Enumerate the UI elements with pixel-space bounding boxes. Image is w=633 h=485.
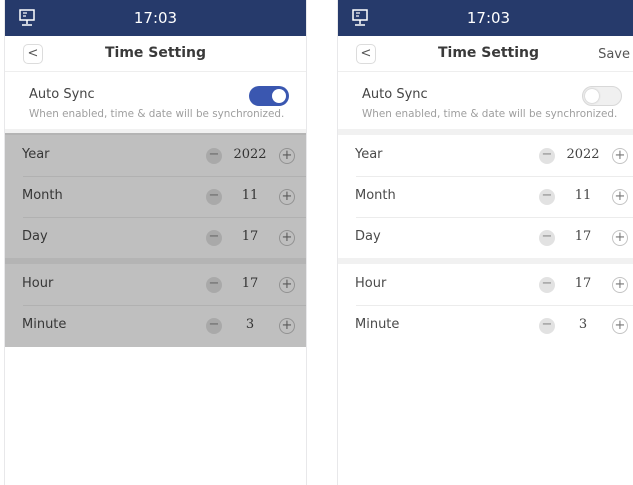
day-value: 17: [574, 229, 592, 244]
disabled-overlay: [5, 133, 306, 347]
minute-decrement-button[interactable]: −: [539, 318, 555, 334]
month-increment-button[interactable]: +: [612, 189, 628, 205]
page-title: Time Setting: [104, 45, 207, 61]
auto-sync-toggle[interactable]: [249, 86, 289, 106]
page-title: Time Setting: [437, 45, 540, 61]
month-value: 11: [574, 188, 592, 203]
day-row: Day − 17 +: [338, 217, 633, 258]
time-setting-screen-auto-sync-off: 17:03 < Time Setting Save Auto Sync When…: [337, 0, 633, 485]
hour-value: 17: [574, 276, 592, 291]
auto-sync-section: Auto Sync When enabled, time & date will…: [5, 72, 306, 129]
month-decrement-button[interactable]: −: [539, 189, 555, 205]
auto-sync-label: Auto Sync: [362, 87, 428, 102]
nav-bar: < Time Setting: [5, 36, 306, 72]
status-bar: 17:03: [5, 0, 306, 36]
year-label: Year: [355, 147, 383, 162]
year-increment-button[interactable]: +: [612, 148, 628, 164]
year-value: 2022: [566, 147, 600, 162]
minute-row: Minute − 3 +: [338, 305, 633, 346]
auto-sync-section: Auto Sync When enabled, time & date will…: [338, 72, 633, 129]
hour-label: Hour: [355, 276, 387, 291]
minute-value: 3: [578, 317, 588, 332]
year-row: Year − 2022 +: [338, 135, 633, 176]
hour-row: Hour − 17 +: [338, 264, 633, 305]
auto-sync-label: Auto Sync: [29, 87, 95, 102]
minute-label: Minute: [355, 317, 400, 332]
year-decrement-button[interactable]: −: [539, 148, 555, 164]
status-time: 17:03: [133, 9, 178, 27]
auto-sync-toggle[interactable]: [582, 86, 622, 106]
toggle-knob: [585, 89, 599, 103]
minute-increment-button[interactable]: +: [612, 318, 628, 334]
auto-sync-description: When enabled, time & date will be synchr…: [29, 108, 285, 120]
hour-increment-button[interactable]: +: [612, 277, 628, 293]
auto-sync-description: When enabled, time & date will be synchr…: [362, 108, 618, 120]
nav-bar: < Time Setting Save: [338, 36, 633, 72]
day-decrement-button[interactable]: −: [539, 230, 555, 246]
day-label: Day: [355, 229, 381, 244]
status-bar: 17:03: [338, 0, 633, 36]
toggle-knob: [272, 89, 286, 103]
hour-decrement-button[interactable]: −: [539, 277, 555, 293]
month-row: Month − 11 +: [338, 176, 633, 217]
day-increment-button[interactable]: +: [612, 230, 628, 246]
month-label: Month: [355, 188, 396, 203]
status-time: 17:03: [466, 9, 511, 27]
time-setting-screen-auto-sync-on: 17:03 < Time Setting Auto Sync When enab…: [4, 0, 307, 485]
time-group: Hour − 17 + Minute − 3 +: [338, 264, 633, 346]
date-group: Year − 2022 + Month − 11 + Day − 17 +: [338, 135, 633, 258]
save-button[interactable]: Save: [598, 47, 630, 62]
